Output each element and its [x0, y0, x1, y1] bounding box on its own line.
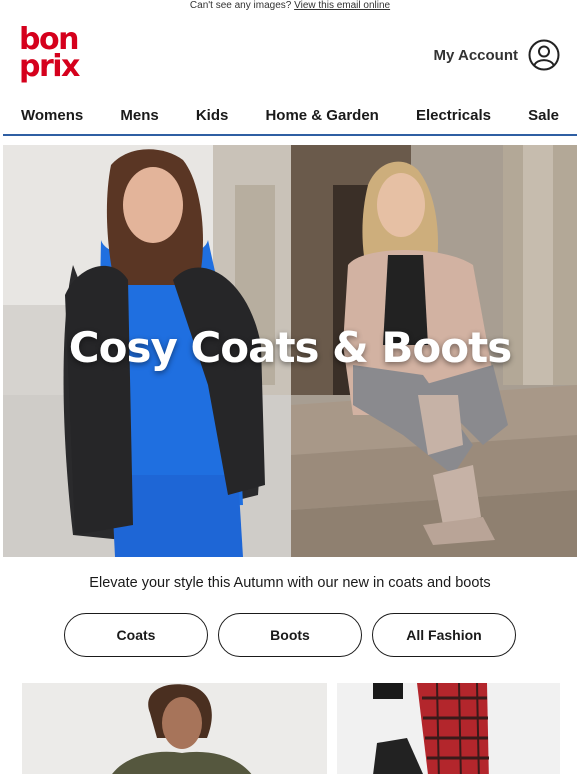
nav-mens[interactable]: Mens [120, 107, 158, 124]
my-account-label: My Account [433, 46, 518, 64]
all-fashion-button[interactable]: All Fashion [372, 613, 516, 657]
main-nav: Womens Mens Kids Home & Garden Electrica… [0, 96, 580, 134]
preheader-text: Can't see any images? [189, 0, 292, 11]
product-tile[interactable] [22, 683, 327, 774]
tagline: Elevate your style this Autumn with our … [89, 575, 491, 591]
product-grid [0, 683, 580, 774]
nav-electricals[interactable]: Electricals [416, 107, 491, 124]
bonprix-logo[interactable]: bon prix [19, 25, 85, 84]
boots-button[interactable]: Boots [218, 613, 362, 657]
cta-row: Coats Boots All Fashion [0, 613, 580, 657]
product-tile[interactable] [337, 683, 560, 774]
my-account-link[interactable]: My Account [434, 39, 560, 71]
preheader: Can't see any images? View this email on… [0, 0, 580, 22]
logo-line-2: prix [19, 49, 80, 84]
nav-divider [3, 134, 577, 136]
nav-womens[interactable]: Womens [21, 107, 83, 124]
product-image [22, 683, 327, 774]
nav-kids[interactable]: Kids [196, 107, 229, 124]
hero-banner[interactable]: Cosy Coats & Boots [3, 145, 577, 557]
user-circle-icon [528, 39, 560, 71]
nav-sale[interactable]: Sale [528, 107, 559, 124]
nav-home-garden[interactable]: Home & Garden [265, 107, 378, 124]
header: bon prix My Account [0, 22, 580, 96]
coats-button[interactable]: Coats [64, 613, 208, 657]
view-online-link[interactable]: View this email online [294, 0, 390, 11]
hero-title: Cosy Coats & Boots [68, 323, 512, 372]
product-image [337, 683, 560, 774]
